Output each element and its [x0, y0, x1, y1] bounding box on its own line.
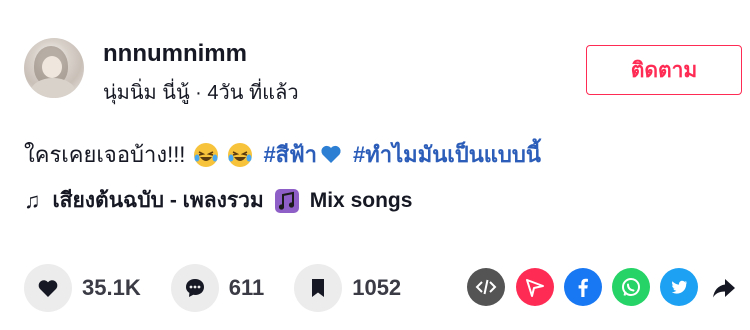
post-time: 4วัน ที่แล้ว [207, 82, 299, 104]
author-meta: นุ่มนิ่ม นี่นู้ · 4วัน ที่แล้ว [103, 76, 299, 108]
caption: ใครเคยเจอบ้าง!!! #สีฟ้า #ทำไมมันเป็นแบบน… [24, 137, 541, 172]
embed-icon[interactable] [467, 268, 505, 306]
hashtag-blue[interactable]: #สีฟ้า [263, 137, 343, 172]
laughing-emoji-icon [194, 142, 219, 167]
share-arrow-icon[interactable] [710, 274, 738, 302]
send-message-icon[interactable] [516, 268, 554, 306]
blue-heart-icon [321, 145, 341, 163]
username[interactable]: nnnumnimm [103, 40, 247, 68]
comment-button[interactable]: 611 [170, 264, 265, 312]
display-name[interactable]: นุ่มนิ่ม นี่นู้ [103, 82, 190, 104]
action-bar: 35.1K 611 1052 [24, 264, 431, 312]
comment-icon[interactable] [170, 264, 219, 312]
twitter-icon[interactable] [660, 268, 698, 306]
heart-icon[interactable] [24, 264, 72, 312]
like-count: 35.1K [82, 275, 141, 300]
music-disc-icon [274, 188, 299, 213]
whatsapp-icon[interactable] [612, 268, 650, 306]
hashtag-why[interactable]: #ทำไมมันเป็นแบบนี้ [353, 137, 541, 172]
music-note-icon: ♫ [24, 187, 41, 213]
save-button[interactable]: 1052 [294, 264, 401, 312]
bookmark-icon[interactable] [294, 264, 343, 312]
music-title: เสียงต้นฉบับ - เพลงรวม [52, 189, 264, 212]
separator: · [189, 82, 208, 104]
avatar[interactable] [24, 38, 84, 98]
save-count: 1052 [352, 275, 402, 300]
caption-text: ใครเคยเจอบ้าง!!! [24, 142, 186, 167]
like-button[interactable]: 35.1K [24, 264, 141, 312]
music-link[interactable]: ♫ เสียงต้นฉบับ - เพลงรวม Mix songs [24, 184, 412, 217]
facebook-icon[interactable] [564, 268, 602, 306]
laughing-emoji-icon [228, 142, 253, 167]
comment-count: 611 [228, 275, 265, 300]
music-suffix: Mix songs [309, 188, 413, 212]
follow-button[interactable]: ติดตาม [586, 45, 742, 95]
